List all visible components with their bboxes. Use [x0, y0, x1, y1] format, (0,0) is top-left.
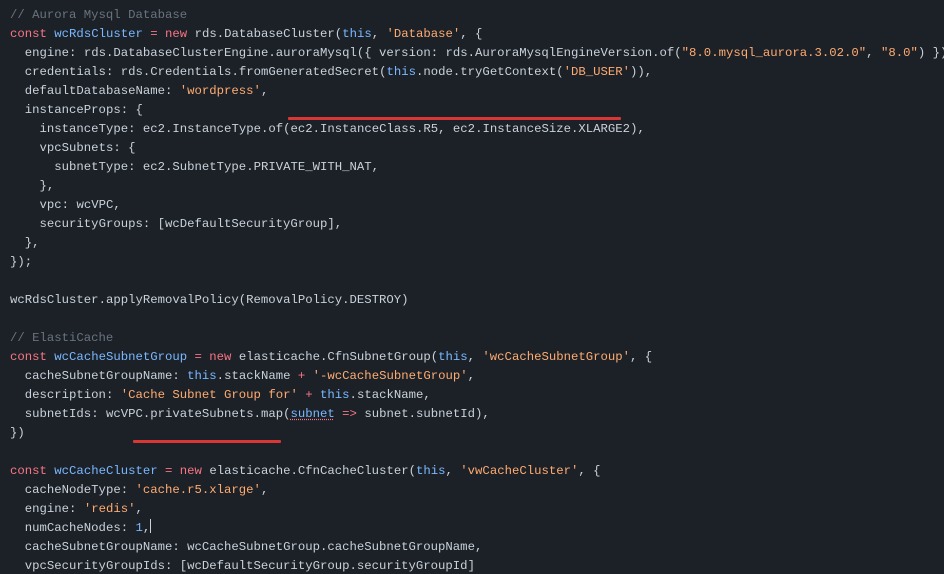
- str-cache-desc: 'Cache Subnet Group for': [121, 388, 298, 402]
- var-wcCacheSubnetGroup: wcCacheSubnetGroup: [54, 350, 187, 364]
- text-cursor: [150, 519, 151, 533]
- str-cache-r5: 'cache.r5.xlarge': [135, 483, 260, 497]
- str-wcCacheSubnetGroup: 'wcCacheSubnetGroup': [482, 350, 630, 364]
- var-wcCacheCluster: wcCacheCluster: [54, 464, 157, 478]
- kw-const: const: [10, 27, 47, 41]
- str-redis: 'redis': [84, 502, 136, 516]
- param-subnet: subnet: [291, 407, 335, 421]
- str-db-user: 'DB_USER': [564, 65, 630, 79]
- var-wcRdsCluster: wcRdsCluster: [54, 27, 143, 41]
- annotation-underline-instance-type: [288, 117, 621, 120]
- comment-elasticache: // ElastiCache: [10, 331, 113, 345]
- annotation-underline-cache-node-type: [133, 440, 281, 443]
- arrow-fn: =>: [342, 407, 357, 421]
- comment-aurora: // Aurora Mysql Database: [10, 8, 187, 22]
- str-vwCacheCluster: 'vwCacheCluster': [460, 464, 578, 478]
- str-database: 'Database': [387, 27, 461, 41]
- str-wordpress: 'wordpress': [180, 84, 261, 98]
- str-dashSubnetGroup: '-wcCacheSubnetGroup': [313, 369, 468, 383]
- num-one: 1: [135, 521, 142, 535]
- kw-new: new: [165, 27, 187, 41]
- code-editor[interactable]: // Aurora Mysql Database const wcRdsClus…: [0, 0, 944, 574]
- str-version-a: "8.0.mysql_aurora.3.02.0": [682, 46, 866, 60]
- str-version-b: "8.0": [881, 46, 918, 60]
- kw-this: this: [342, 27, 372, 41]
